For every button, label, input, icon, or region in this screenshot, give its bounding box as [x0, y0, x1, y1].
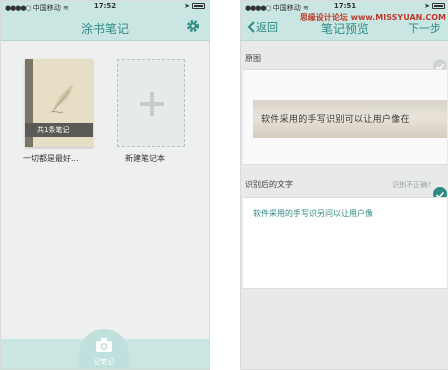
- status-time: 17:51: [333, 2, 357, 10]
- feather-icon: [50, 85, 73, 113]
- new-notebook-label: 新建笔记本: [125, 154, 165, 163]
- new-notebook-card[interactable]: [117, 59, 185, 147]
- result-label: 识别后的文字: [245, 180, 293, 189]
- battery-icon: [432, 3, 445, 9]
- original-image-label: 原图: [245, 54, 261, 63]
- battery-icon: [192, 3, 205, 9]
- note-preview-screen: ●●●●○ 中国移动 ≋ 17:51 ➤ 返回 笔记预览 下一步 原图 软件采用…: [240, 0, 448, 370]
- photo-handwriting: 软件采用的手写识别可以让用户像在: [261, 115, 410, 125]
- take-note-button[interactable]: 记笔记: [79, 329, 129, 369]
- original-photo: 软件采用的手写识别可以让用户像在: [253, 100, 447, 138]
- location-icon: ➤: [424, 2, 430, 10]
- status-time: 17:52: [93, 2, 117, 10]
- watermark: 思缘设计论坛 www.MISSYUAN.COM: [299, 13, 446, 22]
- page-title: 涂书笔记: [80, 22, 129, 36]
- camera-icon: [96, 338, 112, 352]
- location-icon: ➤: [184, 2, 190, 10]
- take-note-label: 记笔记: [93, 358, 115, 366]
- notebook-count-badge: 共1条笔记: [25, 123, 93, 137]
- status-right: ➤: [184, 2, 205, 10]
- recognized-text: 软件采用的手写识另问以让用户像: [253, 209, 373, 218]
- notebook-grid: 共1条笔记 一切都是最好... 新建笔记本: [1, 41, 209, 331]
- nav-bar: 涂书笔记: [1, 13, 209, 41]
- plus-icon: [140, 92, 164, 116]
- gear-icon[interactable]: [185, 18, 201, 34]
- status-bar: ●●●●○ 中国移动 ≋ 17:52 ➤: [1, 1, 209, 13]
- original-image-box: 软件采用的手写识别可以让用户像在: [243, 69, 447, 165]
- notebook-list-screen: ●●●●○ 中国移动 ≋ 17:52 ➤ 涂书笔记 共1条笔记 一切都是最好..…: [0, 0, 210, 370]
- recognized-text-box[interactable]: 软件采用的手写识另问以让用户像: [243, 197, 447, 289]
- notebook-name: 一切都是最好...: [23, 154, 79, 163]
- incorrect-recognition-link[interactable]: 识别不正确?: [392, 180, 431, 190]
- notebook-card[interactable]: 共1条笔记: [25, 59, 93, 147]
- status-right: ➤: [424, 2, 445, 10]
